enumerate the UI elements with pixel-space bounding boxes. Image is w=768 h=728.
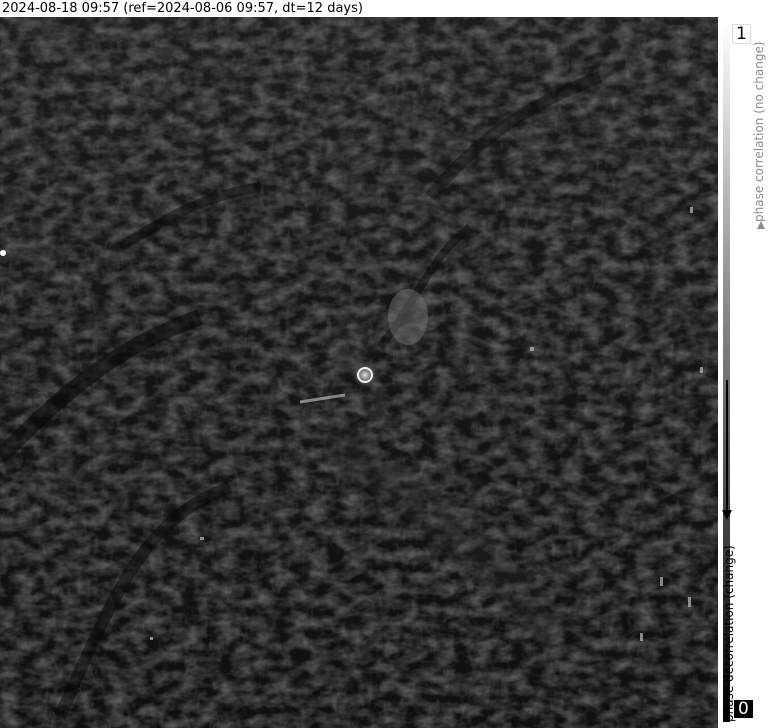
image-title: 2024-08-18 09:57 (ref=2024-08-06 09:57, … [2,1,363,16]
colorbar-lower-caption: phase decorrelation (change) [722,545,736,722]
arrow-up-icon [757,221,765,229]
arrow-down-line [726,380,728,512]
arrow-down-icon [722,510,732,520]
colorbar-upper-caption: phase correlation (no change) [752,41,766,222]
phase-correlation-image [0,17,718,728]
colorbar-max-label: 1 [732,24,751,44]
colorbar-min-label: 0 [734,700,753,718]
